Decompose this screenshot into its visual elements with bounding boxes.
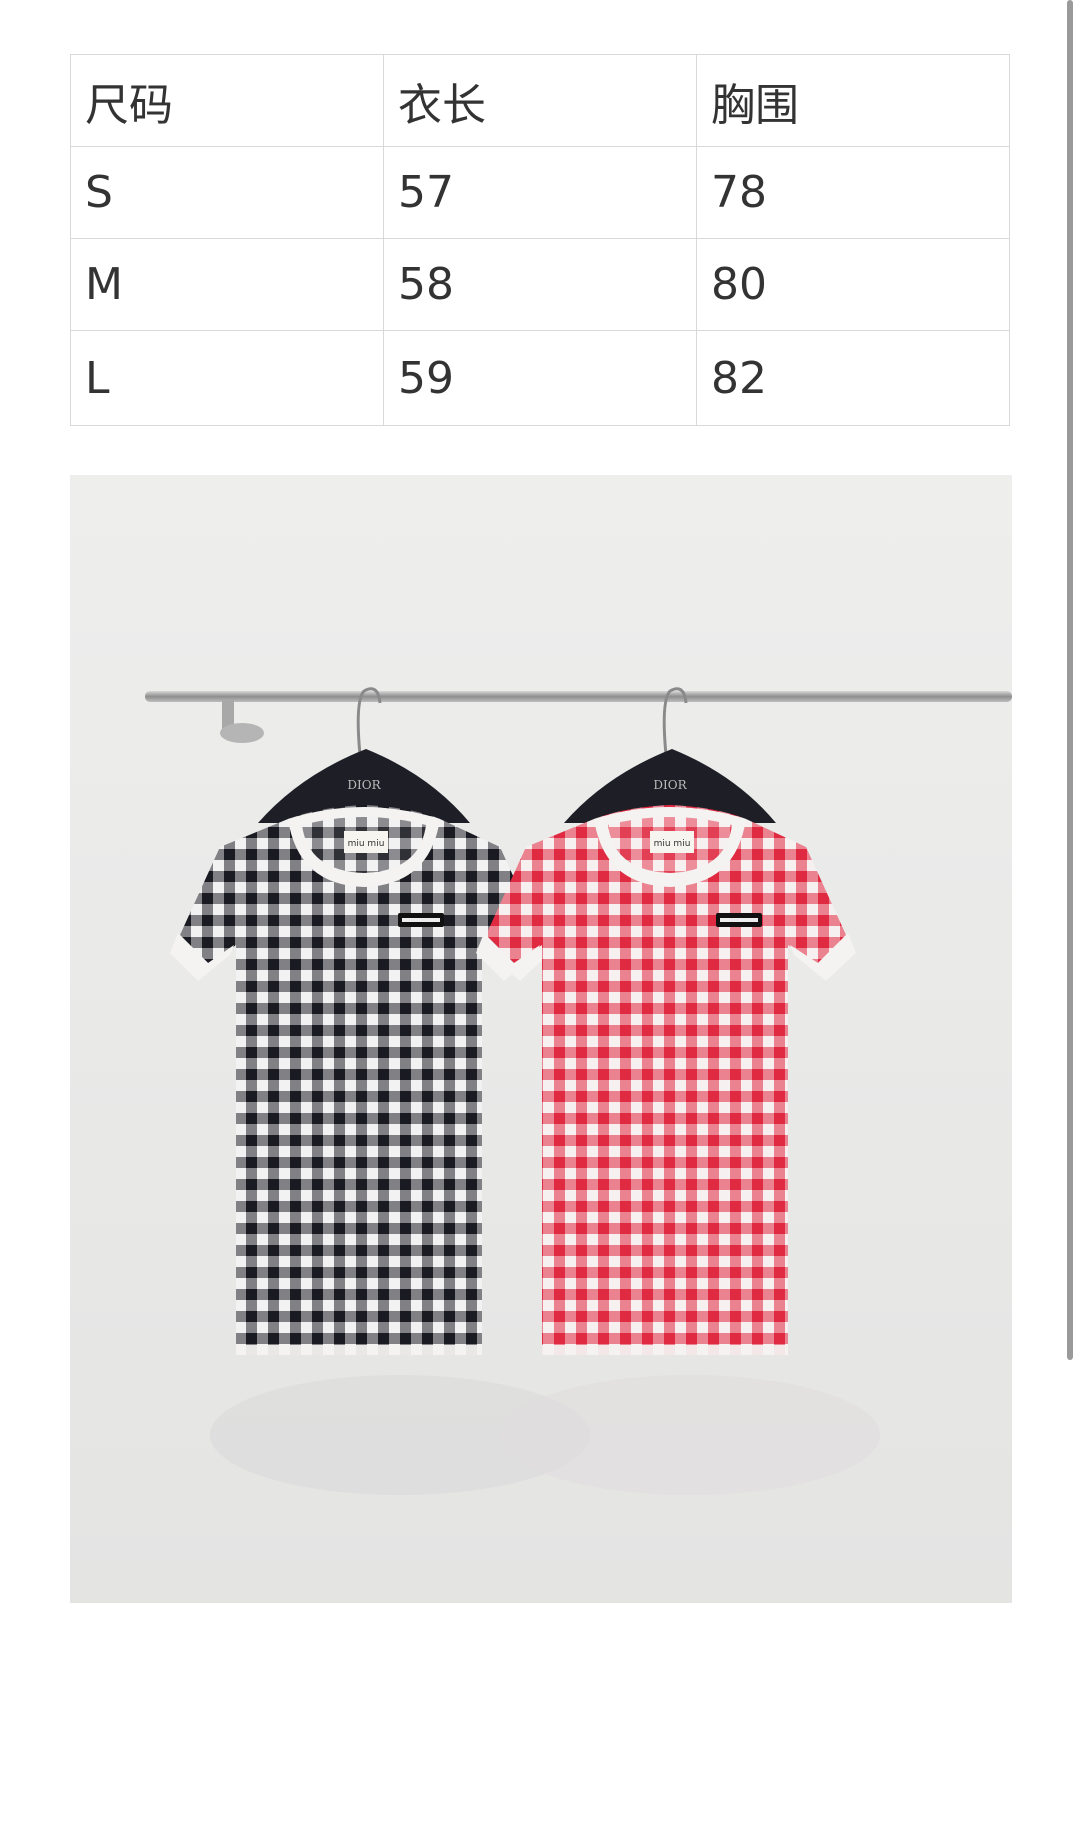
table-row: S 57 78 xyxy=(70,146,1010,239)
cell-chest: 78 xyxy=(696,146,1010,239)
header-length: 衣长 xyxy=(383,54,697,147)
cell-size: M xyxy=(70,238,384,331)
cell-size: S xyxy=(70,146,384,239)
clothing-rail xyxy=(145,691,1012,702)
neck-label-right: miu miu xyxy=(654,839,691,849)
product-photo-drawing: DIOR DIOR miu miu miu miu xyxy=(70,475,1012,1603)
header-size: 尺码 xyxy=(70,54,384,147)
neck-label-left: miu miu xyxy=(348,839,385,849)
table-header-row: 尺码 衣长 胸围 xyxy=(70,54,1010,147)
hanger-brand-right: DIOR xyxy=(653,778,687,792)
cell-length: 57 xyxy=(383,146,697,239)
cell-chest: 82 xyxy=(696,330,1010,426)
size-chart-table: 尺码 衣长 胸围 S 57 78 M 58 80 L 59 82 xyxy=(70,54,1010,426)
table-row: M 58 80 xyxy=(70,238,1010,331)
cell-length: 59 xyxy=(383,330,697,426)
cell-chest: 80 xyxy=(696,238,1010,331)
hanger-brand-left: DIOR xyxy=(347,778,381,792)
product-photo: DIOR DIOR miu miu miu miu xyxy=(70,475,1012,1603)
table-row: L 59 82 xyxy=(70,330,1010,426)
scrollbar[interactable] xyxy=(1067,0,1073,1360)
cell-length: 58 xyxy=(383,238,697,331)
cell-size: L xyxy=(70,330,384,426)
header-chest: 胸围 xyxy=(696,54,1010,147)
